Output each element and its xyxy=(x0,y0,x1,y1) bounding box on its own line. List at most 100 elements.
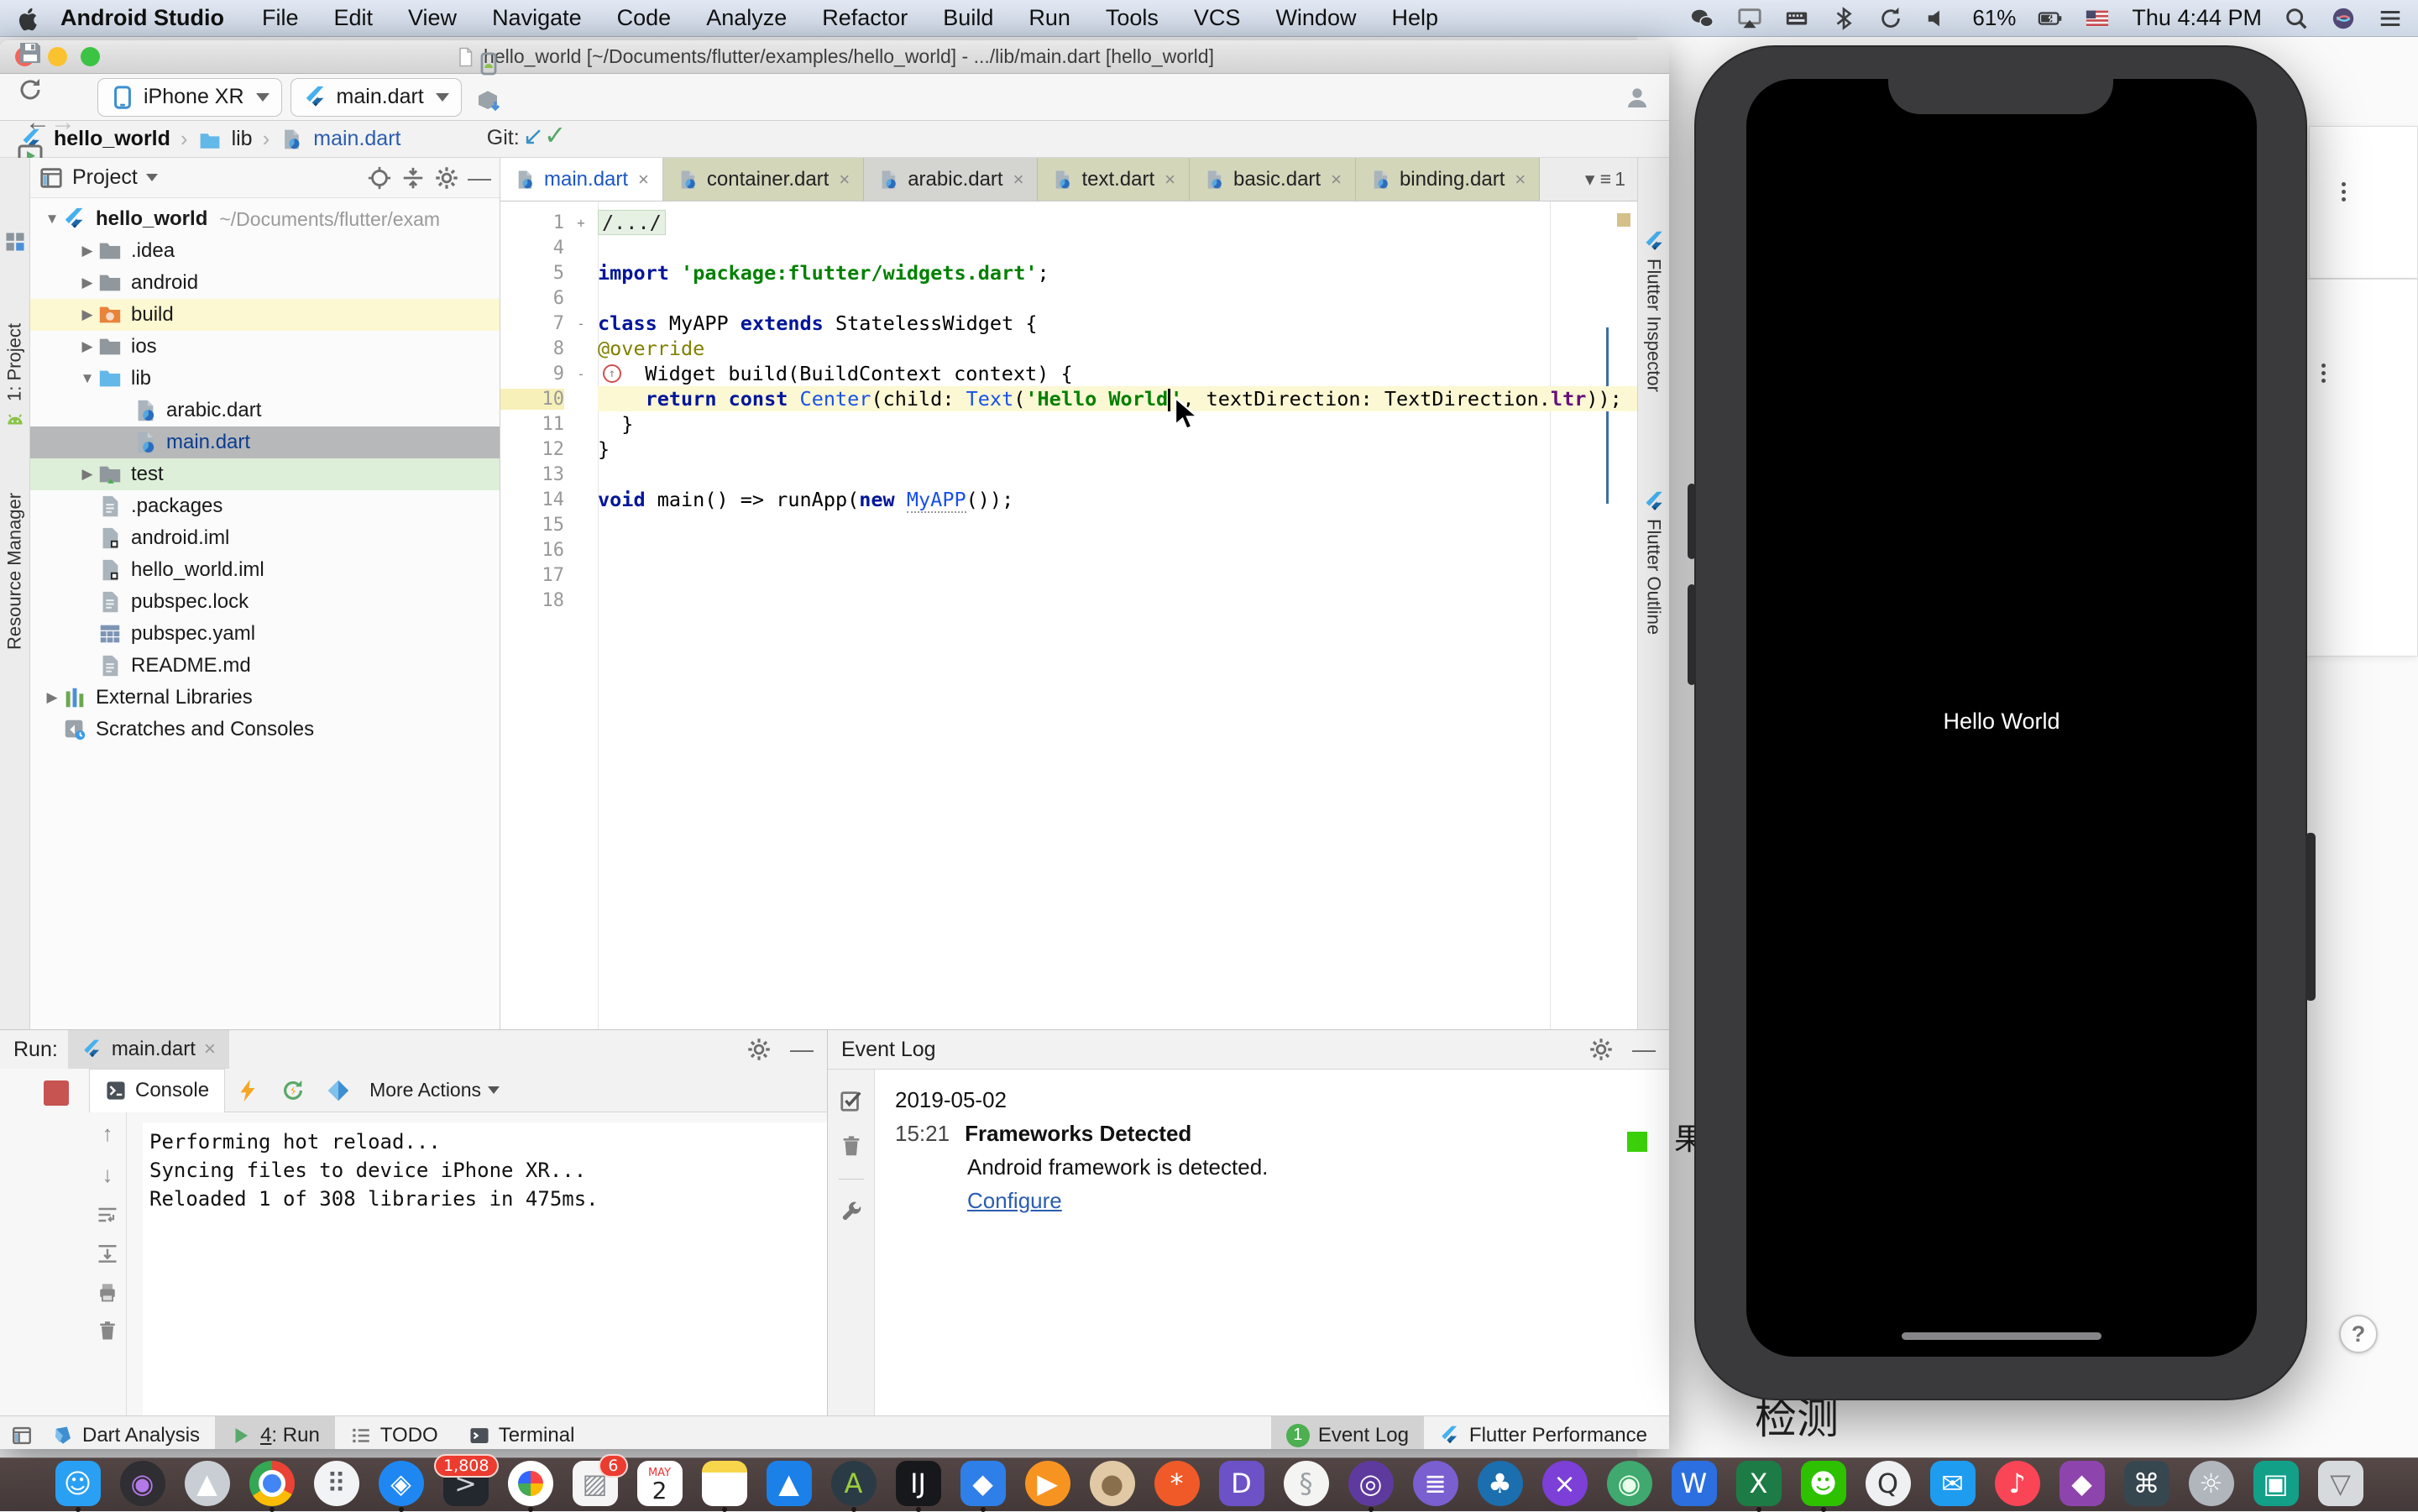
tree-item--idea[interactable]: ▶.idea xyxy=(30,235,500,267)
up-arrow-icon[interactable]: ↑ xyxy=(102,1121,113,1147)
soft-wrap-icon[interactable] xyxy=(96,1203,119,1227)
fold-marker[interactable]: - xyxy=(564,316,598,332)
tree-item-scratches-and-consoles[interactable]: Scratches and Consoles xyxy=(30,714,500,746)
keyboard-icon[interactable] xyxy=(1784,6,1809,31)
volume-icon[interactable] xyxy=(1925,6,1950,31)
dock-icon-vscode[interactable]: ◆ xyxy=(960,1461,1006,1506)
project-tool-icon[interactable] xyxy=(3,230,27,254)
expand-arrow[interactable]: ▶ xyxy=(77,306,97,323)
code-line-12[interactable]: 12} xyxy=(500,437,1637,462)
dock-icon-safari[interactable]: ◈ xyxy=(379,1461,424,1506)
code-line-9[interactable]: 9-↑ Widget build(BuildContext context) { xyxy=(500,361,1637,386)
tab-container.dart[interactable]: container.dart× xyxy=(663,158,864,201)
device-selector[interactable]: iPhone XR xyxy=(97,78,282,117)
tree-item-pubspec-lock[interactable]: pubspec.lock xyxy=(30,586,500,618)
tab-basic.dart[interactable]: basic.dart× xyxy=(1190,158,1356,201)
help-button[interactable]: ? xyxy=(2339,1315,2378,1353)
expand-arrow[interactable]: ▶ xyxy=(77,466,97,483)
code-line-8[interactable]: 8@override xyxy=(500,336,1637,361)
code-line-1[interactable]: 1+/.../ xyxy=(500,210,1637,235)
hidden-tabs-dropdown[interactable]: ▾ ≡ xyxy=(1585,168,1611,191)
tree-item-test[interactable]: ▶test xyxy=(30,458,500,490)
tool-windows-icon[interactable] xyxy=(7,1425,37,1447)
toolwindow-tab-flutter-performance[interactable]: Flutter Performance xyxy=(1424,1416,1662,1449)
close-tab-icon[interactable]: × xyxy=(1165,169,1175,191)
panel-settings-icon[interactable] xyxy=(1588,1037,1614,1062)
apple-menu-icon[interactable] xyxy=(15,6,40,31)
input-language-flag-icon[interactable] xyxy=(2085,6,2110,31)
close-tab-icon[interactable]: × xyxy=(1331,169,1342,191)
code-line-7[interactable]: 7-class MyAPP extends StatelessWidget { xyxy=(500,311,1637,336)
code-line-10[interactable]: 10 return const Center(child: Text('Hell… xyxy=(500,386,1637,411)
dock-icon-app-cmd[interactable]: ⌘ xyxy=(2124,1461,2169,1506)
tree-item-android-iml[interactable]: android.iml xyxy=(30,522,500,554)
tree-item-ios[interactable]: ▶ios xyxy=(30,331,500,363)
configure-link[interactable]: Configure xyxy=(967,1188,1062,1213)
siri-icon[interactable] xyxy=(2331,6,2356,31)
dock-icon-app-v[interactable]: ◆ xyxy=(2059,1461,2105,1506)
more-actions-dropdown[interactable]: More Actions xyxy=(369,1079,500,1101)
code-line-11[interactable]: 11 } xyxy=(500,411,1637,437)
simulator-screen[interactable]: Hello World xyxy=(1746,79,2257,1357)
filter-icon[interactable] xyxy=(839,1088,864,1113)
git-commit-icon[interactable]: ✓ xyxy=(544,120,567,150)
git-update-icon[interactable]: ↙ xyxy=(523,123,544,150)
tree-item-pubspec-yaml[interactable]: pubspec.yaml xyxy=(30,618,500,650)
hot-restart-icon[interactable] xyxy=(280,1078,306,1103)
dock-icon-intellij[interactable]: IJ xyxy=(896,1461,941,1506)
code-line-14[interactable]: 14void main() => runApp(new MyAPP()); xyxy=(500,487,1637,512)
close-tab-icon[interactable]: × xyxy=(1013,169,1024,191)
flutter-logo-icon[interactable] xyxy=(326,1078,351,1103)
dock-icon-music[interactable]: ♪ xyxy=(1995,1461,2040,1506)
spotlight-icon[interactable] xyxy=(2284,6,2309,31)
hot-reload-icon[interactable] xyxy=(235,1078,260,1103)
hide-panel-icon[interactable]: — xyxy=(1632,1036,1656,1063)
hide-panel-icon[interactable]: — xyxy=(468,165,491,191)
tab-arabic.dart[interactable]: arabic.dart× xyxy=(864,158,1038,201)
dock-icon-system-prefs[interactable]: ☼ xyxy=(2189,1461,2234,1506)
dock-icon-calendar[interactable]: MAY2 xyxy=(637,1461,683,1506)
tab-binding.dart[interactable]: binding.dart× xyxy=(1356,158,1540,201)
collapse-all-icon[interactable] xyxy=(400,165,426,191)
window-title-bar[interactable]: hello_world [~/Documents/flutter/example… xyxy=(0,40,1669,74)
tree-item-build[interactable]: ▶build xyxy=(30,299,500,331)
scroll-end-icon[interactable] xyxy=(96,1242,119,1265)
toolwindow-tab-4-run[interactable]: 4: Run xyxy=(215,1416,335,1449)
fold-marker[interactable]: - xyxy=(564,366,598,382)
breadcrumb-file[interactable]: main.dart xyxy=(313,127,400,151)
toolwindow-tab-todo[interactable]: TODO xyxy=(335,1416,453,1449)
toolwindow-tab-terminal[interactable]: Terminal xyxy=(453,1416,590,1449)
menu-item-run[interactable]: Run xyxy=(1011,5,1088,31)
tree-item-arabic-dart[interactable]: arabic.dart xyxy=(30,395,500,426)
tab-flutter-inspector[interactable]: Flutter Inspector xyxy=(1638,259,1669,468)
tree-item-external-libraries[interactable]: ▶External Libraries xyxy=(30,682,500,714)
run-config-selector[interactable]: main.dart xyxy=(290,78,462,117)
dock-icon-terminal[interactable]: >1,808 xyxy=(443,1461,489,1506)
dock-icon-preview[interactable]: ▨6 xyxy=(573,1461,618,1506)
tree-item-readme-md[interactable]: README.md xyxy=(30,650,500,682)
sidebar-item-resource-manager[interactable]: Resource Manager xyxy=(0,440,29,650)
airplay-icon[interactable] xyxy=(1737,6,1762,31)
android-studio-icon[interactable] xyxy=(3,410,27,433)
menu-clock[interactable]: Thu 4:44 PM xyxy=(2132,5,2262,31)
tree-item-hello-world[interactable]: ▼hello_world~/Documents/flutter/exam xyxy=(30,203,500,235)
stop-button[interactable] xyxy=(44,1080,69,1106)
dock-icon-wechat[interactable]: ☻ xyxy=(1801,1461,1846,1506)
locate-file-icon[interactable] xyxy=(367,165,392,191)
override-gutter-icon[interactable]: ↑ xyxy=(603,364,621,383)
menu-item-code[interactable]: Code xyxy=(599,5,689,31)
fold-marker[interactable]: + xyxy=(564,215,598,231)
breadcrumb-folder[interactable]: lib xyxy=(232,127,253,151)
notification-list-icon[interactable] xyxy=(2378,6,2403,31)
dock-icon-qq[interactable]: Q xyxy=(1866,1461,1911,1506)
dock-icon-app-tools[interactable]: * xyxy=(1154,1461,1200,1506)
panel-settings-icon[interactable] xyxy=(434,165,459,191)
tab-main.dart[interactable]: main.dart× xyxy=(500,158,663,201)
tree-item--packages[interactable]: .packages xyxy=(30,490,500,522)
device-manager-icon[interactable] xyxy=(470,45,507,82)
dock-icon-app-tan[interactable]: ● xyxy=(1090,1461,1135,1506)
expand-arrow[interactable]: ▶ xyxy=(77,338,97,355)
menu-item-analyze[interactable]: Analyze xyxy=(688,5,804,31)
down-arrow-icon[interactable]: ↓ xyxy=(102,1162,113,1188)
run-tab[interactable]: main.dart × xyxy=(68,1030,229,1069)
